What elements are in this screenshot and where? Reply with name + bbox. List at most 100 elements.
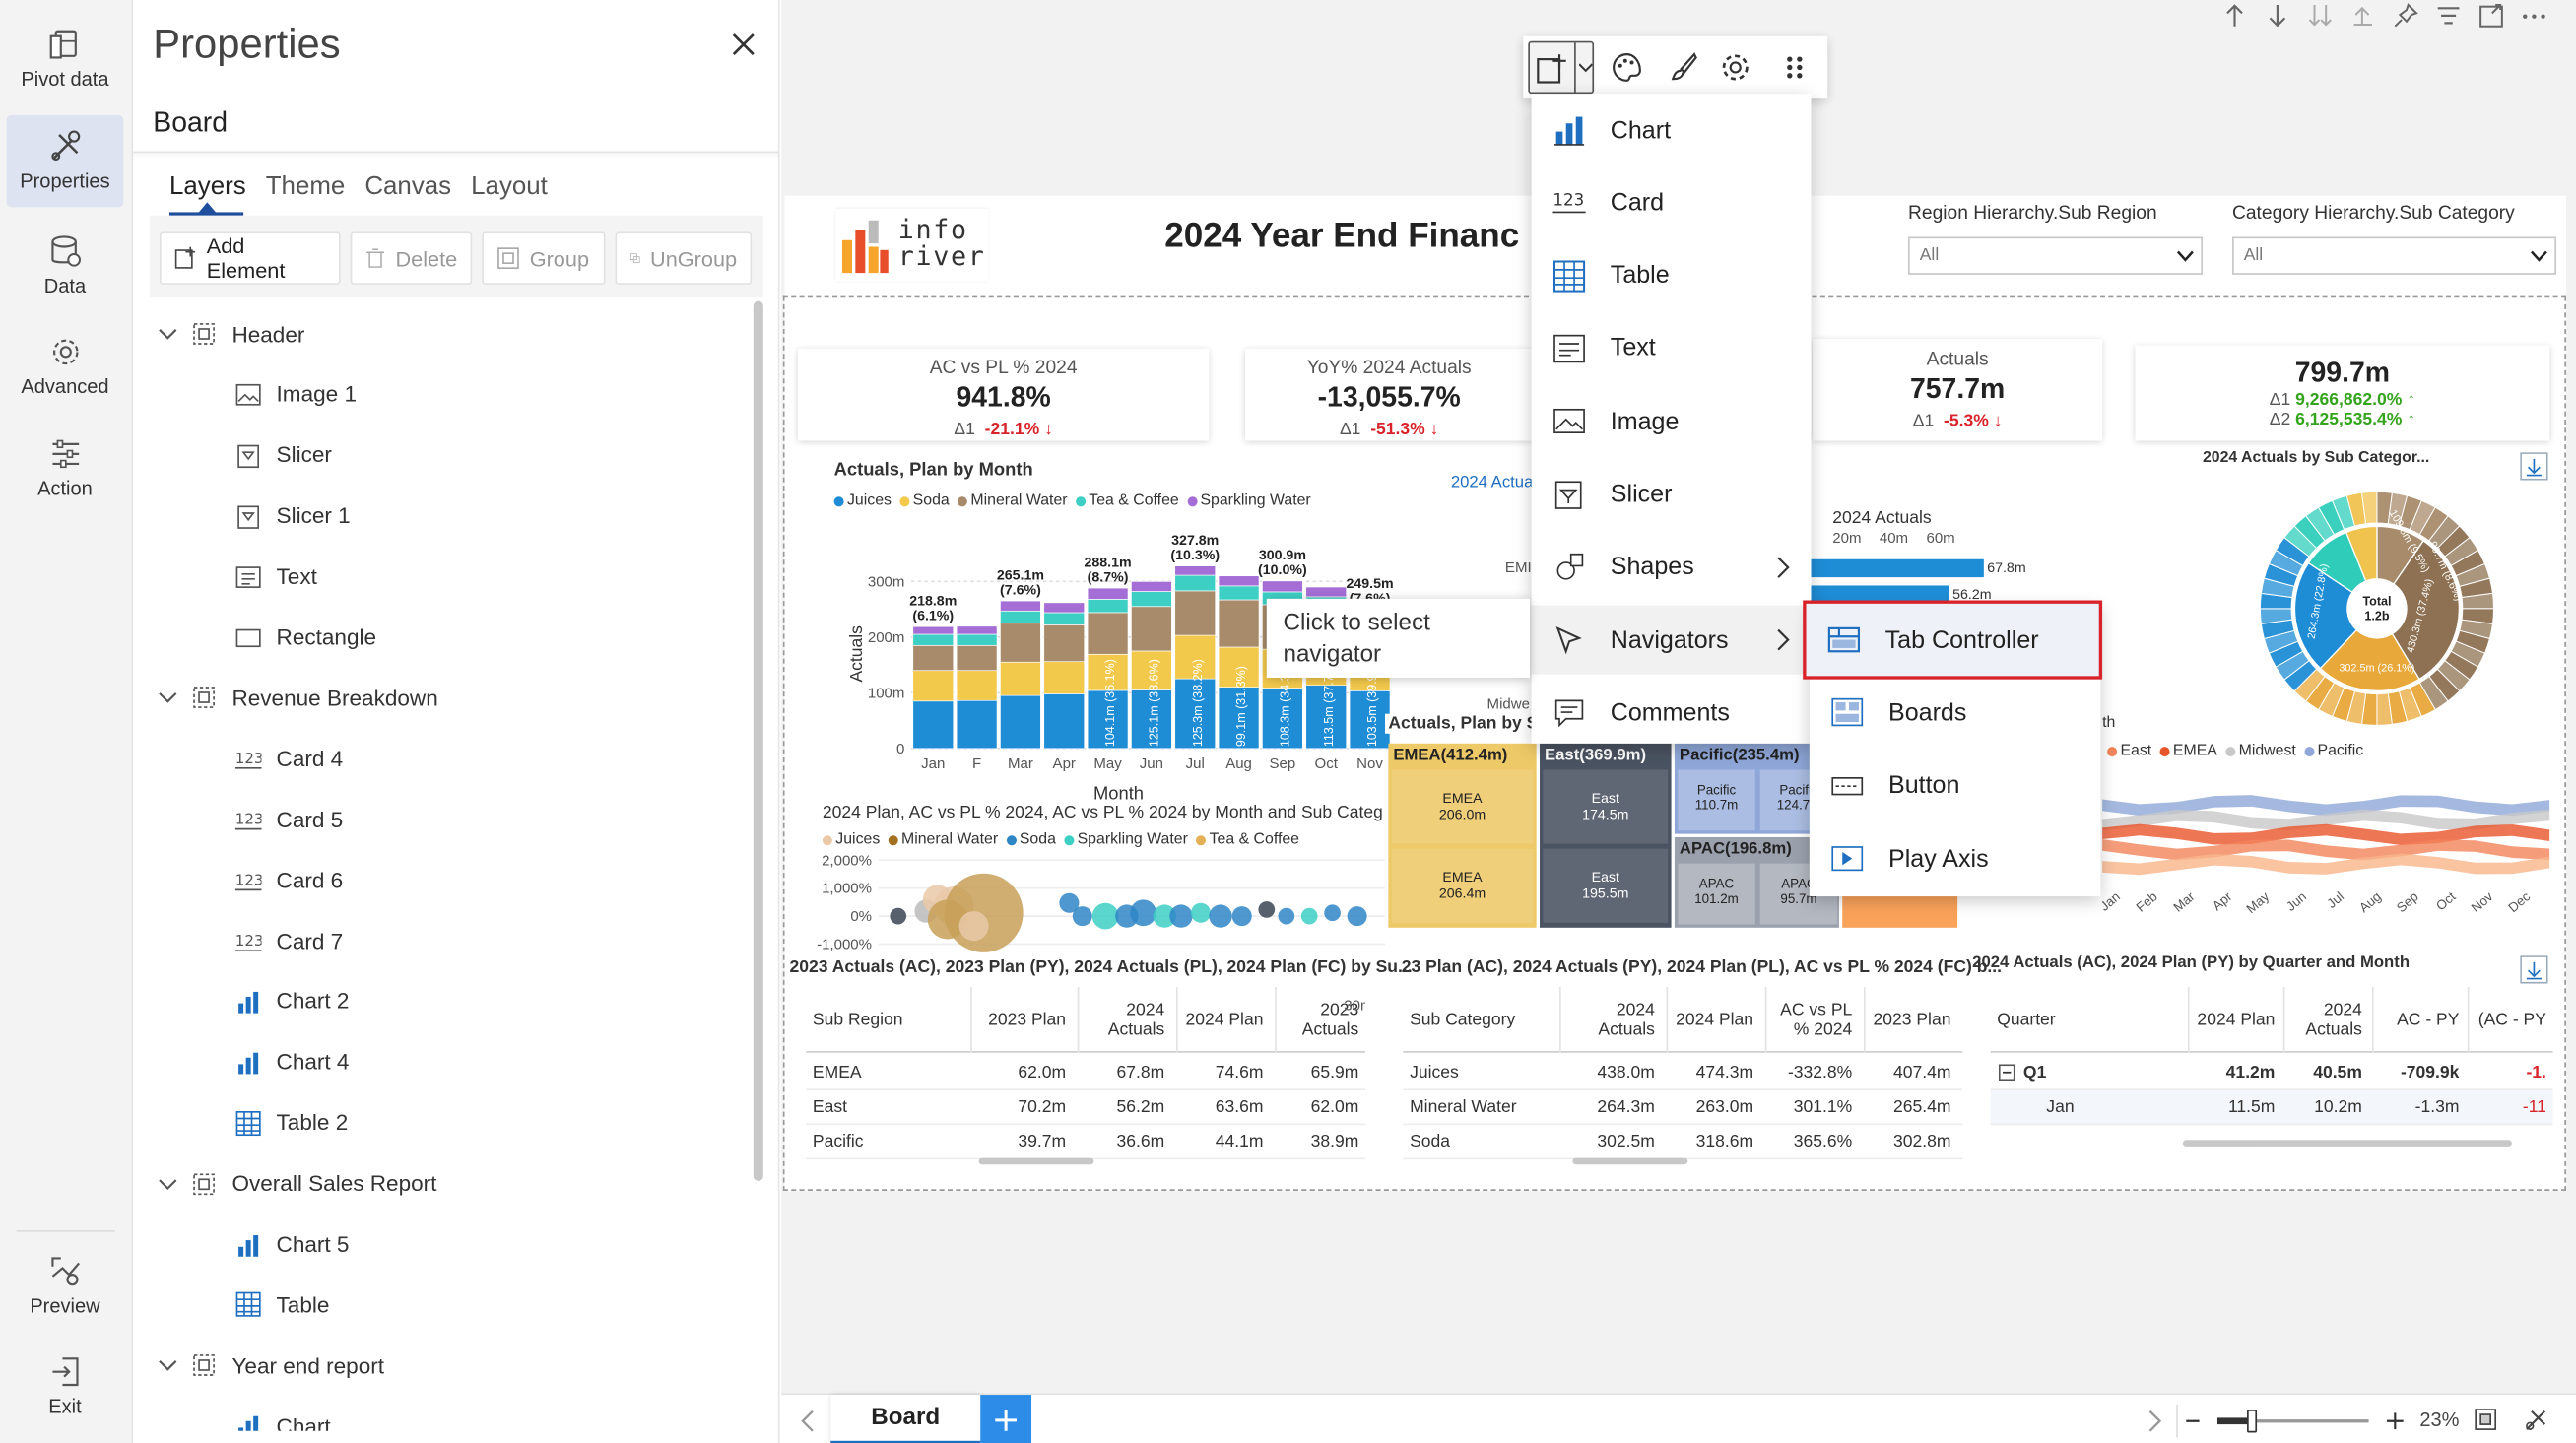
column-header[interactable]: 2023 Plan [1863,986,1957,1053]
bar-segment-sparkling-water[interactable] [1218,575,1260,587]
scatter-point[interactable] [1190,902,1212,923]
tab-layout[interactable]: Layout [471,172,548,214]
layer-item-year-end-report[interactable]: Year end report [158,1345,384,1387]
bar-segment-tea-coffee[interactable] [1131,591,1172,608]
add-board-button[interactable] [980,1395,1032,1443]
submenu-item-button[interactable]: Button [1810,752,2101,820]
bar-segment-mineral-water[interactable] [1174,590,1217,636]
bar-segment-tea-coffee[interactable] [1000,610,1041,624]
column-header[interactable]: Sub Region [813,987,960,1053]
board-tab[interactable]: Board [830,1395,981,1443]
rail-action[interactable]: Action [7,423,124,508]
bar-segment-sparkling-water[interactable] [912,625,955,635]
menu-item-text[interactable]: Text [1532,314,1812,383]
column-header[interactable]: 2024 Actuals [1077,986,1171,1053]
layer-item-rectangle[interactable]: Rectangle [235,616,376,658]
table-sub-category[interactable]: Sub Category 2024 Actuals 2024 Plan AC vs P… [1403,986,1963,1160]
scatter-point[interactable] [1130,899,1156,927]
ribbon-chart[interactable]: Jan Feb Mar Apr May Jun Jul Aug Sep Oct Nov Dec [2102,766,2550,918]
treemap-cell[interactable]: East 174.5m [1543,769,1669,844]
kpi-card-799[interactable]: 799.7m Δ1 9,266,862.0% ↑ Δ2 6,125,535.4%… [2135,345,2550,441]
column-header[interactable]: 2024 Plan [1666,986,1760,1053]
drill-icon[interactable] [2520,452,2548,481]
scatter-point[interactable] [890,907,907,925]
drill-down-icon[interactable] [2306,2,2334,30]
treemap-group[interactable]: EMEA(412.4m) EMEA 206.0m EMEA 206.4m [1388,743,1537,928]
treemap-cell[interactable]: EMEA 206.4m [1391,848,1534,923]
fit-to-page-icon[interactable] [2473,1407,2499,1433]
filter-icon[interactable] [2434,2,2462,30]
bar-segment-juices[interactable] [1000,694,1041,750]
layer-item-overall-sales-report[interactable]: Overall Sales Report [158,1162,436,1205]
table-row[interactable]: Soda 302.5m 318.6m 365.6% 302.8m [1403,1125,1963,1160]
layer-item-chart[interactable]: Chart [235,1405,331,1431]
treemap-cell[interactable]: EMEA 206.0m [1391,769,1534,844]
scatter-point[interactable] [1091,902,1119,930]
bar-segment-juices[interactable] [912,700,955,750]
bar-segment-mineral-water[interactable] [1218,599,1260,648]
bar-segment-tea-coffee[interactable] [1043,612,1086,625]
bar-segment-tea-coffee[interactable] [1174,574,1217,592]
treemap-cell[interactable]: Pacific 110.7m [1678,769,1755,831]
bar-segment-sparkling-water[interactable] [1043,602,1086,614]
rail-properties[interactable]: Properties [6,114,124,208]
expand-hierarchy-icon[interactable] [2349,2,2377,30]
scatter-point[interactable] [1300,907,1318,925]
layer-item-slicer[interactable]: Slicer [235,434,332,477]
rail-exit[interactable]: Exit [7,1341,124,1426]
insert-element-button[interactable] [1528,40,1595,95]
menu-item-shapes[interactable]: Shapes [1532,533,1812,602]
menu-item-navigators[interactable]: Navigators [1531,605,1812,675]
bar-segment-tea-coffee[interactable] [1087,599,1129,614]
zoom-in-icon[interactable] [2385,1411,2405,1431]
kpi-card-yoy[interactable]: YoY% 2024 Actuals -13,055.7% Δ1 -51.3% ↓ [1245,349,1534,441]
table-row[interactable]: Q1 41.2m 40.5m -709.9k -1. [1990,1056,2553,1091]
scatter-point[interactable] [1072,906,1092,927]
menu-item-image[interactable]: Image [1532,387,1812,456]
scatter-point[interactable] [1278,907,1295,925]
collapse-icon[interactable] [1998,1064,2015,1082]
menu-item-chart[interactable]: Chart [1532,96,1812,164]
menu-item-slicer[interactable]: Slicer [1532,460,1812,529]
table-row[interactable]: Juices 438.0m 474.3m -332.8% 407.4m [1403,1056,1963,1091]
tab-canvas[interactable]: Canvas [364,172,451,214]
bar-segment-mineral-water[interactable] [1131,606,1172,652]
bar-segment-mineral-water[interactable] [1087,612,1129,655]
format-brush-icon[interactable] [1667,51,1699,84]
bar-segment-mineral-water[interactable] [1043,624,1086,663]
chevron-right-icon[interactable] [2147,1408,2163,1434]
bar-segment-sparkling-water[interactable] [1000,600,1041,612]
bar-segment-mineral-water[interactable] [1000,623,1041,663]
scatter-point[interactable] [1258,901,1276,918]
menu-item-table[interactable]: Table [1532,241,1812,310]
bar-segment-soda[interactable] [1000,661,1041,696]
bar-segment-tea-coffee[interactable] [1218,585,1260,601]
slicer-category-dropdown[interactable]: All [2231,236,2556,275]
chevron-left-icon[interactable] [800,1408,817,1434]
table2-hscrollbar[interactable] [1572,1157,1688,1165]
close-icon[interactable] [730,32,757,58]
treemap-extra-block[interactable] [1842,891,1958,928]
treemap-cell[interactable]: APAC 101.2m [1678,863,1755,925]
menu-item-comments[interactable]: Comments [1532,679,1812,748]
treemap-cell[interactable]: East 195.5m [1543,848,1669,923]
settings-gear-icon[interactable] [1719,51,1751,84]
layer-item-revenue-breakdown[interactable]: Revenue Breakdown [158,677,438,719]
submenu-item-tab-controller[interactable]: Tab Controller [1803,600,2103,680]
bar-segment-mineral-water[interactable] [956,644,998,672]
bar-segment-mineral-water[interactable] [912,644,955,672]
ungroup-button[interactable]: UnGroup [615,231,753,285]
column-header[interactable]: 2024 Actuals [2282,986,2369,1053]
rail-advanced[interactable]: Advanced [7,321,124,407]
rail-preview[interactable]: Preview [7,1240,124,1326]
layer-item-card-7[interactable]: 123 Card 7 [234,919,343,961]
bar-segment-sparkling-water[interactable] [956,625,998,635]
arrow-down-icon[interactable] [2264,2,2291,30]
bar-segment-sparkling-water[interactable] [1131,581,1172,592]
menu-item-card[interactable]: 123 Card [1532,168,1812,237]
focus-mode-icon[interactable] [2477,2,2505,30]
scatter-point[interactable] [1169,904,1193,928]
table-row[interactable]: Pacific 39.7m 36.6m 44.1m 38.9m [806,1125,1365,1160]
layer-item-chart-4[interactable]: Chart 4 [235,1041,349,1083]
group-button[interactable]: Group [482,231,606,285]
